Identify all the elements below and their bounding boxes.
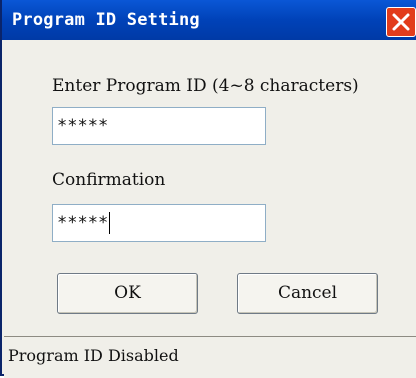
program-id-setting-window: Program ID Setting Enter Program ID (4~8… — [0, 0, 416, 378]
title-bar[interactable]: Program ID Setting — [2, 0, 416, 40]
status-text: Program ID Disabled — [8, 346, 179, 365]
confirmation-value: ***** — [57, 213, 109, 233]
confirmation-label: Confirmation — [52, 170, 166, 190]
close-icon — [392, 13, 410, 31]
program-id-field[interactable]: ***** — [52, 107, 266, 145]
confirmation-field[interactable]: ***** — [52, 204, 266, 242]
ok-button[interactable]: OK — [57, 273, 198, 314]
program-id-value: ***** — [57, 116, 109, 136]
close-button[interactable] — [386, 7, 416, 37]
text-caret — [109, 212, 111, 234]
window-title: Program ID Setting — [12, 10, 200, 30]
cancel-button[interactable]: Cancel — [237, 273, 378, 314]
dialog-body: Enter Program ID (4~8 characters) ***** … — [4, 40, 416, 378]
status-bar: Program ID Disabled — [4, 336, 416, 378]
program-id-label: Enter Program ID (4~8 characters) — [52, 76, 359, 96]
